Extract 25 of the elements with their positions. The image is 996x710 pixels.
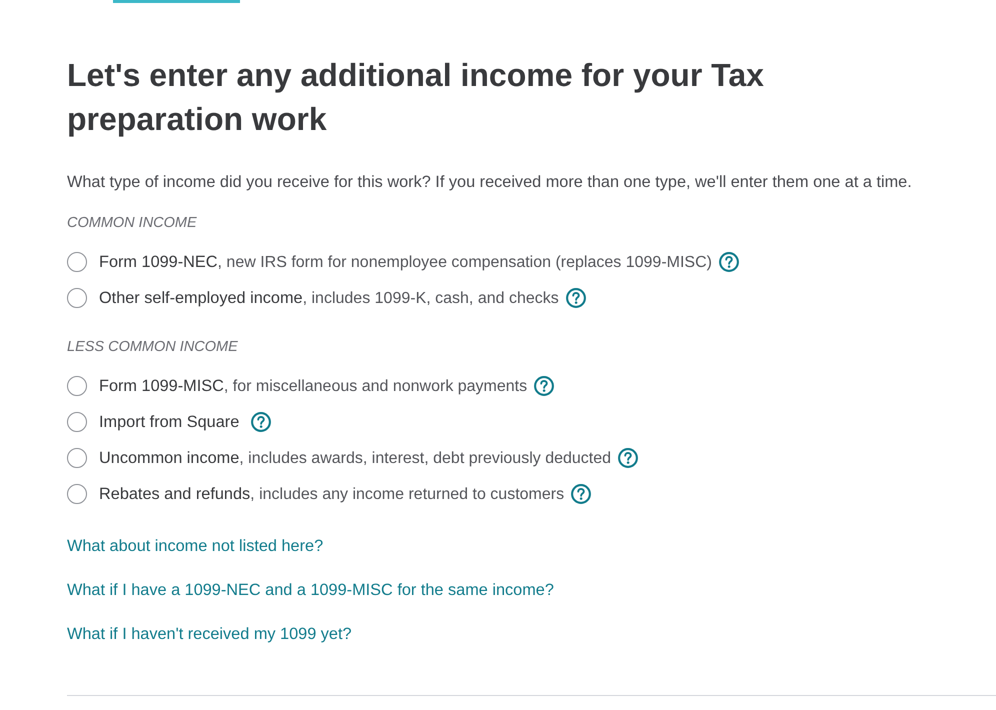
page-heading: Let's enter any additional income for your Tax preparation work — [67, 56, 765, 139]
option-label: Uncommon income, includes awards, interest, debt previously deducted — [99, 448, 612, 468]
option-label: Other self-employed income, includes 1099-K, cash, and checks — [99, 288, 559, 308]
intro-text: What type of income did you receive for this work? If you received more than one type, we'll enter them one at a time. — [67, 172, 913, 193]
help-icon[interactable] — [566, 288, 586, 308]
help-icon[interactable] — [251, 412, 272, 432]
help-link[interactable]: What if I haven't received my 1099 yet? — [67, 623, 352, 645]
radio-button[interactable] — [67, 288, 87, 308]
radio-button[interactable] — [67, 484, 87, 504]
option-label: Form 1099-NEC, new IRS form for nonemployee compensation (replaces 1099-MISC) — [99, 252, 712, 272]
radio-button[interactable] — [67, 412, 87, 432]
option-label: Import from Square — [99, 412, 240, 433]
section-label: LESS COMMON INCOME — [67, 338, 239, 357]
radio-button[interactable] — [67, 376, 87, 396]
help-icon[interactable] — [718, 252, 739, 272]
help-link[interactable]: What if I have a 1099-NEC and a 1099-MISC for the same income? — [67, 579, 554, 601]
option-label: Form 1099-MISC, for miscellaneous and nonwork payments — [99, 376, 528, 396]
radio-button[interactable] — [67, 252, 87, 272]
help-icon[interactable] — [618, 448, 638, 468]
help-icon[interactable] — [534, 376, 554, 396]
option-label: Rebates and refunds, includes any income returned to customers — [99, 484, 564, 504]
help-icon[interactable] — [571, 484, 592, 504]
radio-button[interactable] — [67, 448, 87, 468]
section-label: COMMON INCOME — [67, 214, 198, 233]
help-link[interactable]: What about income not listed here? — [67, 535, 324, 557]
